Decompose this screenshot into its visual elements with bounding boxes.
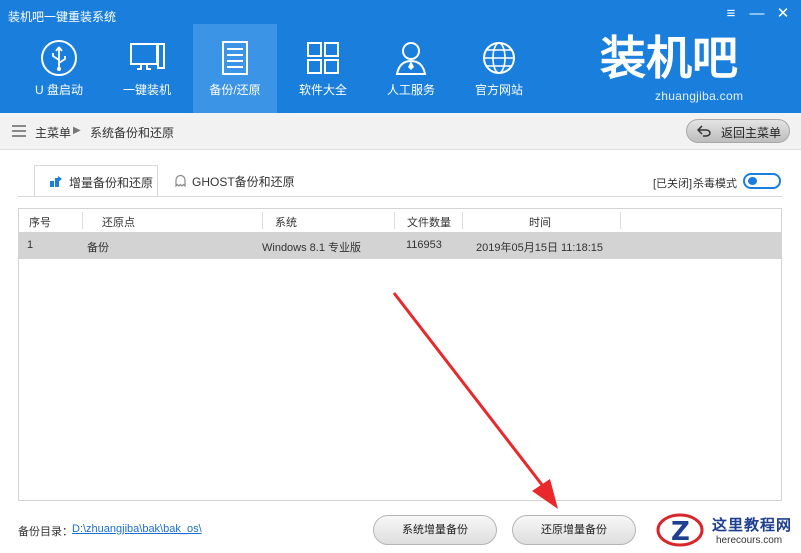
menu-list-icon — [12, 125, 26, 137]
support-person-icon — [395, 42, 427, 75]
nav-label: U 盘启动 — [34, 83, 83, 97]
watermark-logo-letter: Z — [671, 517, 690, 547]
column-header: 序号 — [29, 217, 51, 229]
watermark-title: 这里教程网 — [712, 517, 793, 534]
watermark-logo: Z — [656, 513, 704, 547]
table-row[interactable]: 1 备份 Windows 8.1 专业版 116953 2019年05月15日 … — [19, 233, 781, 259]
column-header: 还原点 — [102, 217, 135, 229]
usb-icon — [41, 40, 77, 76]
window-title: 装机吧一键重装系统 — [8, 10, 117, 24]
column-divider — [262, 212, 263, 229]
nav-label: 一键装机 — [122, 83, 171, 97]
nav-backup-restore[interactable]: 备份/还原 — [193, 24, 277, 113]
tab-label: GHOST备份和还原 — [192, 175, 295, 189]
brand-logo-text: 装机吧 — [600, 32, 738, 82]
column-header: 文件数量 — [407, 217, 451, 229]
close-button[interactable]: ✕ — [772, 4, 794, 24]
incremental-backup-icon — [50, 176, 62, 187]
cell-file-count: 116953 — [406, 239, 442, 251]
column-divider — [394, 212, 395, 229]
breadcrumb-current: 系统备份和还原 — [90, 126, 175, 140]
antivirus-toggle[interactable] — [743, 173, 781, 189]
nav-one-click-install[interactable]: 一键装机 — [105, 24, 189, 113]
ghost-icon — [175, 174, 186, 187]
globe-icon — [483, 42, 515, 74]
cell-index: 1 — [27, 239, 34, 251]
backup-icon — [222, 41, 248, 75]
minimize-button[interactable]: — — [746, 4, 768, 24]
column-header: 时间 — [529, 217, 551, 229]
antivirus-status: [已关闭] — [653, 178, 693, 190]
breadcrumb-home[interactable]: 主菜单 — [35, 124, 71, 141]
nav-software[interactable]: 软件大全 — [281, 24, 365, 113]
monitor-icon — [130, 43, 165, 70]
back-arrow-icon — [697, 125, 711, 137]
tab-divider — [18, 196, 782, 197]
system-incremental-backup-button[interactable]: 系统增量备份 — [373, 515, 497, 545]
tab-ghost-backup[interactable]: GHOST备份和还原 — [166, 165, 306, 197]
cell-restore-point: 备份 — [87, 242, 109, 254]
column-divider — [462, 212, 463, 229]
back-to-main-menu-button[interactable]: 返回主菜单 — [686, 119, 790, 143]
nav-manual-service[interactable]: 人工服务 — [369, 24, 453, 113]
watermark-url: herecours.com — [716, 535, 783, 546]
column-header: 系统 — [275, 217, 297, 229]
restore-incremental-backup-button[interactable]: 还原增量备份 — [512, 515, 636, 545]
backup-dir-link[interactable]: D:\zhuangjiba\bak\bak_os\ — [72, 523, 202, 535]
nav-label: 备份/还原 — [209, 83, 261, 97]
cell-system: Windows 8.1 专业版 — [262, 242, 362, 254]
column-divider — [620, 212, 621, 229]
breadcrumb-separator-icon: ▶ — [73, 125, 81, 136]
nav-usb-boot[interactable]: U 盘启动 — [17, 24, 101, 113]
apps-grid-icon — [307, 42, 339, 74]
brand-url: zhuangjiba.com — [655, 89, 744, 103]
back-button-label: 返回主菜单 — [721, 126, 782, 140]
restore-points-table: 序号 还原点 系统 文件数量 时间 1 备份 Windows 8.1 专业版 1… — [18, 208, 782, 501]
backup-dir-label: 备份目录： — [18, 526, 73, 538]
nav-label: 软件大全 — [298, 83, 347, 97]
antivirus-label: 杀毒模式 — [693, 178, 737, 190]
breadcrumb: 主菜单 ▶ 系统备份和还原 — [0, 113, 801, 150]
nav-label: 官方网站 — [474, 83, 523, 97]
column-divider — [82, 212, 83, 229]
menu-icon[interactable]: ≡ — [720, 4, 742, 24]
nav-label: 人工服务 — [386, 83, 435, 97]
table-header: 序号 还原点 系统 文件数量 时间 — [19, 209, 781, 233]
toggle-knob — [748, 177, 757, 185]
nav-official-site[interactable]: 官方网站 — [457, 24, 541, 113]
cell-time: 2019年05月15日 11:18:15 — [476, 242, 603, 254]
tab-label: 增量备份和还原 — [69, 176, 154, 190]
top-banner: 装机吧一键重装系统 ≡ — ✕ U 盘启动 一键装机 备份/还原 软件大全 人工… — [0, 0, 801, 113]
tab-incremental-backup[interactable]: 增量备份和还原 — [34, 165, 158, 197]
brand-logo: 装机吧 — [600, 32, 738, 82]
